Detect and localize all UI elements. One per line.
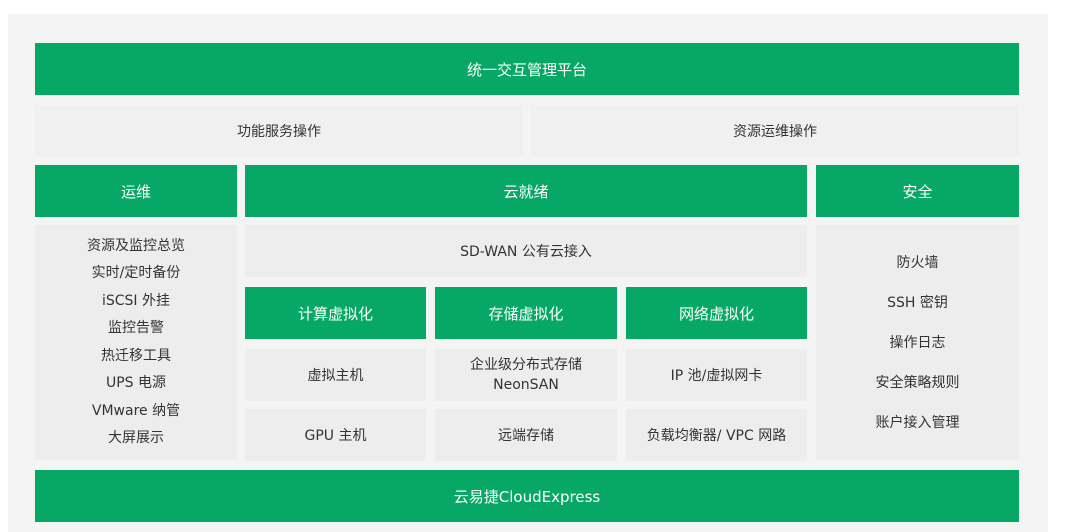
sdwan-panel: SD-WAN 公有云接入	[245, 225, 807, 277]
platform-title: 统一交互管理平台	[466, 60, 587, 79]
compute-item-label: 虚拟主机	[307, 368, 364, 384]
list-item: 资源及监控总览	[87, 237, 185, 254]
storage-item-distributed: 企业级分布式存储 NeonSAN	[435, 349, 617, 401]
ops-title: 运维	[120, 182, 151, 201]
compute-item-gpu: GPU 主机	[245, 409, 426, 461]
storage-item-label: 企业级分布式存储	[470, 357, 582, 373]
list-item: 操作日志	[889, 334, 946, 351]
sdwan-label: SD-WAN 公有云接入	[460, 244, 592, 260]
footer-bar: 云易捷CloudExpress	[35, 470, 1019, 522]
storage-item-sublabel: NeonSAN	[493, 377, 559, 393]
network-header: 网络虚拟化	[626, 287, 807, 339]
list-item: 安全策略规则	[875, 374, 960, 391]
list-item: UPS 电源	[105, 375, 167, 391]
list-item: 热迁移工具	[101, 347, 171, 364]
compute-item-label: GPU 主机	[304, 428, 367, 444]
storage-header: 存储虚拟化	[435, 287, 617, 339]
network-item-label: 负载均衡器/ VPC 网路	[646, 428, 787, 444]
security-list: 防火墙 SSH 密钥 操作日志 安全策略规则 账户接入管理	[816, 225, 1019, 460]
resource-ops-panel: 资源运维操作	[531, 105, 1019, 157]
list-item: 监控告警	[108, 320, 164, 336]
list-item: 防火墙	[896, 254, 939, 271]
network-item-ip: IP 池/虚拟网卡	[626, 349, 807, 401]
list-item: 账户接入管理	[875, 414, 960, 431]
list-item: 实时/定时备份	[91, 265, 181, 281]
platform-bar: 统一交互管理平台	[35, 43, 1019, 95]
cloud-ready-title: 云就绪	[503, 182, 549, 201]
architecture-diagram: 统一交互管理平台 功能服务操作 资源运维操作 运维 资源及监控总览 实时/定时备…	[8, 14, 1048, 532]
footer-title: 云易捷CloudExpress	[453, 487, 601, 506]
function-service-panel: 功能服务操作	[35, 105, 523, 157]
list-item: VMware 纳管	[91, 402, 181, 419]
network-item-lb: 负载均衡器/ VPC 网路	[626, 409, 807, 461]
compute-title: 计算虚拟化	[297, 304, 373, 323]
list-item: 大屏展示	[108, 430, 164, 446]
network-item-label: IP 池/虚拟网卡	[670, 368, 763, 384]
compute-header: 计算虚拟化	[245, 287, 426, 339]
ops-list: 资源及监控总览 实时/定时备份 iSCSI 外挂 监控告警 热迁移工具 UPS …	[35, 225, 237, 460]
security-header: 安全	[816, 165, 1019, 217]
list-item: iSCSI 外挂	[101, 292, 171, 309]
cloud-ready-header: 云就绪	[245, 165, 807, 217]
network-title: 网络虚拟化	[678, 304, 754, 323]
resource-ops-label: 资源运维操作	[733, 124, 817, 140]
storage-title: 存储虚拟化	[488, 304, 564, 323]
storage-item-remote: 远端存储	[435, 409, 617, 461]
function-service-label: 功能服务操作	[237, 124, 321, 140]
storage-item-label: 远端存储	[498, 428, 554, 444]
ops-header: 运维	[35, 165, 237, 217]
list-item: SSH 密钥	[887, 294, 948, 311]
security-title: 安全	[902, 182, 933, 201]
compute-item-vm: 虚拟主机	[245, 349, 426, 401]
